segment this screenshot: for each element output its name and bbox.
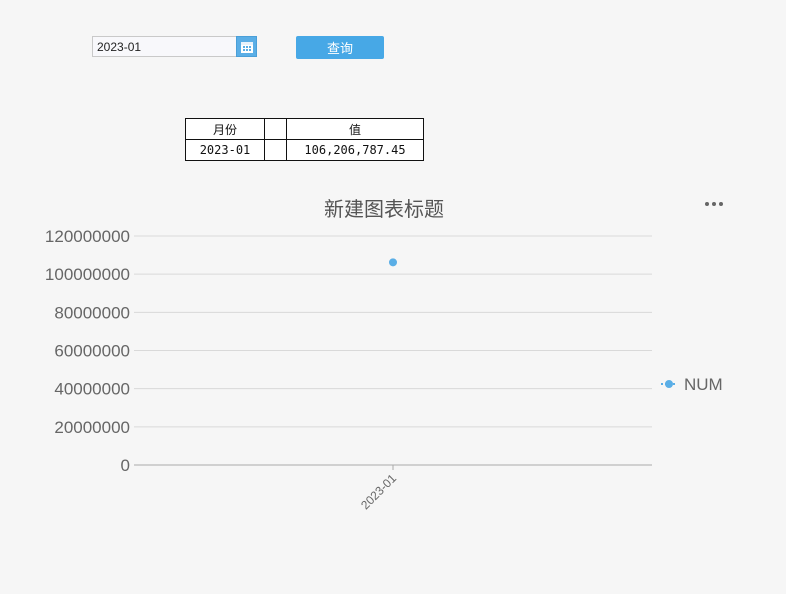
y-tick-label: 20000000 — [54, 418, 130, 437]
chart: 新建图表标题 0 20000000 40000000 60000000 80000000… — [45, 197, 723, 512]
data-point[interactable] — [389, 258, 397, 267]
legend[interactable]: NUM — [661, 375, 723, 394]
y-tick-label: 100000000 — [45, 265, 130, 284]
more-icon — [705, 202, 723, 206]
y-tick-label: 40000000 — [54, 380, 130, 399]
x-tick-label: 2023-01 — [358, 471, 399, 512]
y-tick-label: 80000000 — [54, 303, 130, 322]
y-tick-label: 60000000 — [54, 342, 130, 361]
y-tick-label: 120000000 — [45, 227, 130, 246]
chart-title: 新建图表标题 — [324, 197, 444, 221]
y-tick-label: 0 — [121, 456, 130, 475]
more-options-button[interactable] — [702, 196, 726, 212]
legend-label: NUM — [684, 375, 723, 394]
legend-marker — [665, 380, 673, 388]
